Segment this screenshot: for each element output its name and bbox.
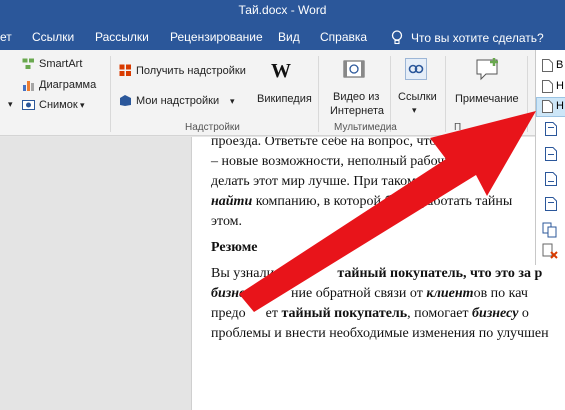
get-addins-button[interactable]: Получить надстройки (136, 65, 246, 77)
ribbon-tabs: ет Ссылки Рассылки Рецензирование Вид Сп… (0, 20, 565, 50)
tab-view[interactable]: Вид (278, 30, 300, 44)
smartart-button[interactable]: SmartArt (39, 58, 82, 70)
tab-insert[interactable]: ет (0, 30, 12, 44)
tab-references[interactable]: Ссылки (32, 30, 74, 44)
doc-text-bold: тайный покупатель (281, 306, 408, 321)
chevron-down-icon: ▾ (412, 105, 417, 115)
header-style-icon (545, 147, 557, 161)
doc-text: . П (257, 286, 276, 301)
group-comments-label: П (454, 122, 462, 133)
my-addins-icon (119, 94, 132, 107)
comment-button[interactable]: Примечание (455, 93, 519, 105)
screenshot-button[interactable]: Снимок (39, 99, 78, 111)
doc-text: компанию, в которой бу (252, 194, 399, 209)
wikipedia-icon: W (271, 60, 291, 82)
lightbulb-icon (391, 30, 403, 45)
chart-icon (22, 79, 35, 91)
doc-text-bold-italic: клиент (426, 286, 474, 301)
page-icon (542, 80, 553, 93)
doc-line: найти компанию, в которой бу работать тай… (211, 194, 512, 210)
doc-text: ов по кач (473, 286, 528, 301)
links-button[interactable]: Ссылки (398, 91, 437, 103)
doc-text: ние обратной связи от (291, 286, 427, 301)
doc-text-bold-italic: бизнесу (472, 306, 519, 321)
chart-button[interactable]: Диаграмма (39, 79, 96, 91)
group-addins-label: Надстройки (185, 122, 240, 133)
online-video-line2[interactable]: Интернета (330, 105, 384, 117)
doc-line: – новые возможности, неполный рабочий (211, 154, 460, 169)
separator (527, 56, 528, 132)
doc-text-bold: , что это за р (463, 266, 543, 281)
link-icon (405, 58, 427, 80)
separator (318, 56, 319, 132)
separator (445, 56, 446, 132)
tell-me-text: Что вы хотите сделать? (411, 30, 544, 45)
doc-text: , помогает (407, 306, 473, 321)
page-icon (542, 100, 553, 113)
doc-line: предо ет тайный покупатель, помогает бизн… (211, 306, 529, 322)
page-number-icon (542, 222, 558, 238)
wikipedia-button[interactable]: Википедия (257, 93, 312, 105)
tab-review[interactable]: Рецензирование (170, 30, 263, 44)
chevron-down-icon: ▾ (230, 96, 235, 106)
window-title: Тай.docx - Word (238, 3, 327, 17)
doc-text: ет (265, 306, 282, 321)
doc-text: о (518, 306, 529, 321)
menu-item-label: Н (556, 80, 564, 92)
document-page[interactable]: проезда. Ответьте себе на вопрос, что вы… (191, 137, 565, 410)
doc-text-bold: кто (277, 266, 300, 281)
separator (390, 56, 391, 132)
menu-item[interactable]: В (536, 56, 565, 76)
doc-text: Вы узнали (211, 266, 278, 281)
online-video-line1[interactable]: Видео из (333, 91, 379, 103)
menu-item[interactable]: Н (536, 77, 565, 97)
chevron-down-icon: ▾ (8, 99, 13, 109)
chevron-down-icon: ▾ (80, 100, 85, 110)
ribbon: SmartArt Диаграмма ▾ Снимок ▾ Получить н… (0, 50, 565, 136)
store-icon (119, 64, 132, 77)
header-style-icon (545, 172, 557, 186)
tab-mailings[interactable]: Рассылки (95, 30, 149, 44)
doc-line: делать этот мир лучше. При таком (211, 174, 416, 189)
doc-heading: Резюме (211, 240, 258, 255)
menu-item-label: Н (556, 100, 564, 112)
header-footer-dropdown: В Н Н (535, 50, 565, 265)
group-media-label: Мультимедиа (334, 122, 397, 133)
menu-item-label: В (556, 59, 564, 71)
separator (110, 56, 111, 132)
doc-text: работать тайны (420, 194, 513, 209)
comment-icon (474, 58, 500, 82)
doc-text-bold-italic: бизнеса (211, 286, 258, 301)
tab-help[interactable]: Справка (320, 30, 367, 44)
smartart-icon (22, 58, 35, 70)
online-video-icon (343, 58, 365, 80)
remove-header-icon (542, 243, 558, 259)
menu-item-selected[interactable]: Н (536, 97, 565, 117)
my-addins-button[interactable]: Мои надстройки (136, 95, 219, 107)
doc-line: этом. (211, 214, 243, 229)
doc-line: проблемы и внести необходимые изменения … (211, 326, 549, 341)
title-bar: Тай.docx - Word (0, 0, 565, 20)
tell-me-box[interactable]: Что вы хотите сделать? (391, 30, 544, 45)
doc-text-bold-italic: найти (211, 194, 253, 209)
header-style-icon (545, 122, 557, 136)
screenshot-icon (22, 99, 35, 111)
page-icon (542, 59, 553, 72)
doc-line: бизнеса. П ние обратной связи от клиентов… (211, 286, 528, 302)
header-style-icon (545, 197, 557, 211)
doc-text: предо (211, 306, 246, 321)
doc-text-bold: тайный покупатель (337, 266, 464, 281)
doc-line: Вы узнали кто тайный покупатель, что это … (211, 266, 542, 282)
doc-line: проезда. Ответьте себе на вопрос, что вы (211, 137, 456, 149)
